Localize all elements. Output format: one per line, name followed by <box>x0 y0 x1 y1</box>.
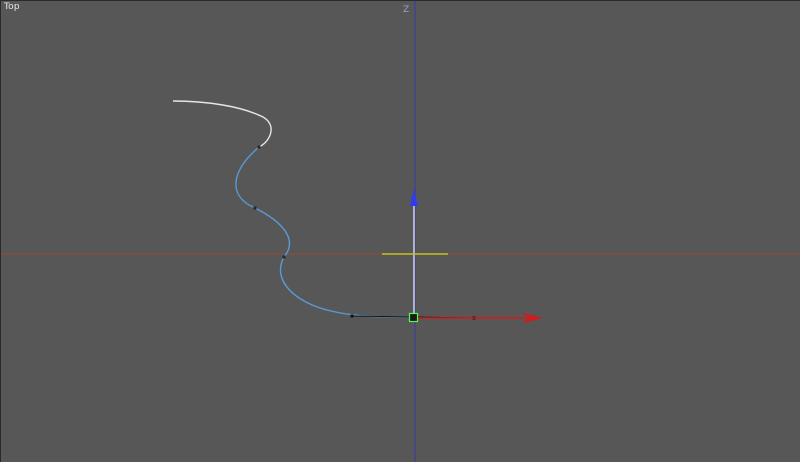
spline-vertex[interactable] <box>282 255 286 259</box>
spline-vertex[interactable] <box>253 206 257 210</box>
z-arrow-icon[interactable] <box>410 189 418 206</box>
z-axis-label: Z <box>403 5 410 15</box>
spline-segment-white[interactable] <box>172 100 272 148</box>
tangent-handle-left[interactable] <box>350 314 354 318</box>
green-square-icon[interactable] <box>408 312 419 323</box>
viewport-scene[interactable] <box>1 1 800 462</box>
top-viewport[interactable]: Top Z <box>0 0 800 462</box>
x-arrow-icon[interactable] <box>523 313 543 323</box>
spline-segment-blue[interactable] <box>235 146 414 318</box>
spline-vertex[interactable] <box>257 145 261 149</box>
viewport-label[interactable]: Top <box>4 2 20 12</box>
